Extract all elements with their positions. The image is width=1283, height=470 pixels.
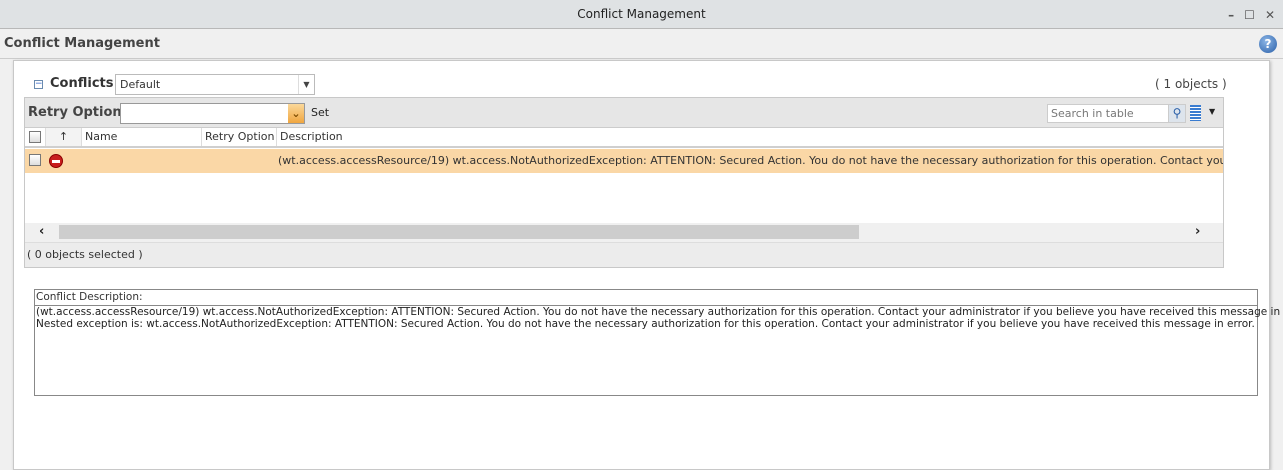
search-icon[interactable]: ⚲ (1168, 104, 1186, 123)
select-all-checkbox[interactable] (29, 131, 41, 143)
retry-option-select[interactable]: ⌄ (120, 103, 305, 124)
scroll-left-icon[interactable]: ‹ (39, 224, 44, 239)
horizontal-scrollbar[interactable]: ‹ › (25, 223, 1223, 242)
columns-icon[interactable] (1190, 105, 1201, 121)
conflict-description-label: Conflict Description: (35, 290, 1257, 306)
column-status[interactable]: ↑ (45, 128, 81, 146)
column-retry-option[interactable]: Retry Option (201, 128, 276, 146)
column-name[interactable]: Name (81, 128, 201, 146)
collapse-icon[interactable]: − (34, 80, 43, 89)
page-title: Conflict Management (4, 36, 160, 51)
set-button[interactable]: Set (311, 106, 329, 119)
window-title-bar: Conflict Management (0, 0, 1283, 29)
view-select-value: Default (120, 78, 161, 91)
column-description[interactable]: Description (276, 128, 1223, 146)
view-select[interactable]: Default ▼ (115, 74, 315, 95)
conflict-description-box: Conflict Description: (wt.access.accessR… (34, 289, 1283, 396)
page-header: Conflict Management ? (0, 29, 1283, 59)
close-button[interactable]: ✕ (1265, 8, 1275, 22)
conflicts-title: Conflicts (50, 76, 114, 91)
window-title: Conflict Management (577, 7, 706, 21)
minimize-button[interactable]: – (1228, 8, 1234, 22)
error-stop-icon (49, 154, 63, 168)
selection-status: ( 0 objects selected ) (25, 242, 1223, 267)
search-input[interactable]: Search in table (1047, 104, 1169, 123)
maximize-button[interactable]: ☐ (1244, 8, 1255, 22)
window-controls: – ☐ ✕ (1228, 0, 1275, 29)
object-count: ( 1 objects ) (1155, 77, 1227, 91)
scrollbar-thumb[interactable] (59, 225, 859, 239)
description-line: (wt.access.accessResource/19) wt.access.… (36, 306, 1283, 318)
scroll-right-icon[interactable]: › (1195, 224, 1200, 239)
conflicts-table: Retry Option ⌄ Set Search in table ⚲ ▼ ↑… (24, 97, 1224, 268)
table-row[interactable]: (wt.access.accessResource/19) wt.access.… (25, 149, 1223, 173)
chevron-down-icon: ⌄ (288, 104, 304, 123)
menu-dropdown-icon[interactable]: ▼ (1209, 107, 1215, 116)
table-toolbar: Retry Option ⌄ Set Search in table ⚲ ▼ (25, 98, 1223, 128)
retry-option-label: Retry Option (28, 105, 122, 120)
chevron-down-icon: ▼ (298, 75, 314, 94)
row-description: (wt.access.accessResource/19) wt.access.… (278, 154, 1223, 167)
row-checkbox[interactable] (29, 154, 41, 166)
description-line: Nested exception is: wt.access.NotAuthor… (36, 318, 1255, 330)
table-header: ↑ Name Retry Option Description (25, 128, 1223, 148)
help-icon[interactable]: ? (1259, 35, 1277, 53)
